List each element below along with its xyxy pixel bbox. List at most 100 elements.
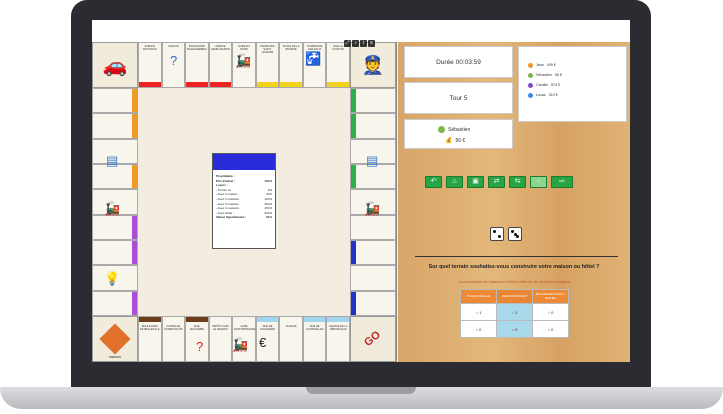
info-icon[interactable]: i — [360, 40, 367, 47]
hotel-count-cell[interactable]: ⌂ 0 — [532, 320, 569, 338]
board-cell[interactable]: BOULEVARD MALESHERBES — [185, 42, 209, 88]
lightbulb-icon: 💡 — [104, 271, 121, 286]
menu-icon[interactable]: ≡ — [368, 40, 375, 47]
property-card-row: Valeur hypothécaire :60 € — [216, 215, 272, 220]
save-icon[interactable]: ▫ — [530, 176, 547, 188]
board-cell[interactable] — [350, 265, 396, 291]
property-card: Propriétaire : Prix d'achat :120 € Loyers … — [212, 153, 276, 249]
cell-name: GARE DU NORD — [238, 45, 250, 51]
hotel-icon: ⌂ — [511, 326, 515, 332]
board-cell[interactable] — [92, 214, 138, 240]
board-cell[interactable]: CHANCE — [279, 316, 303, 362]
turn-text: Tour 5 — [449, 94, 468, 102]
hotel-count-cell[interactable]: ⌂ 0 — [460, 320, 497, 338]
hotel-count-cell[interactable]: ⌂ 0 — [496, 320, 533, 338]
car-icon: 🚗 — [102, 54, 128, 77]
player-token-icon — [438, 126, 445, 133]
build-subtext: La construction de maisons et hôtels s'e… — [458, 280, 570, 284]
corner-free-parking: 🚗 — [92, 42, 138, 88]
board-cell[interactable]: AVENUE DE LA RÉPUBLIQUE — [326, 316, 350, 362]
property-header[interactable]: AVENUE MOZART — [496, 289, 533, 304]
screen: 🚗 👮 PRISON GO AVENUE MATIGNON CHANCE BOULE… — [92, 20, 630, 362]
board-cell[interactable]: CAISSE DE COMMUNAUTÉ — [161, 316, 186, 362]
hotel-icon: ⌂ — [547, 326, 551, 332]
board-cell[interactable] — [350, 113, 396, 139]
player-name: Camille — [536, 83, 548, 87]
laptop-notch — [306, 387, 416, 394]
hotel-icon: ⌂ — [475, 326, 479, 332]
board-toolbar: ⤢ ♪ i ≡ — [344, 40, 375, 47]
board-cell[interactable] — [350, 214, 396, 240]
train-icon: 🚂 — [235, 53, 252, 68]
sell-icon[interactable]: ⇄ — [488, 176, 505, 188]
player-money: 56 € — [554, 73, 562, 77]
player-name: Sébastien — [536, 73, 552, 77]
cell-name: CHANCE — [285, 325, 297, 328]
player-money: 409 € — [546, 63, 556, 67]
mortgage-icon[interactable]: ⇆ — [509, 176, 526, 188]
die-1[interactable] — [490, 227, 504, 241]
board-cell[interactable]: AVENUE HENRI-MARTIN — [208, 42, 233, 88]
house-count-cell[interactable]: ⌂ 1 — [460, 303, 497, 321]
current-player-money: 56 € — [455, 137, 466, 144]
cell-name: PLACE DE LA BOURSE — [282, 45, 300, 51]
board-cell[interactable] — [92, 88, 138, 114]
cell-name: RUE DE COURCELLES — [305, 325, 324, 331]
separator — [415, 256, 618, 257]
cell-name: RUE DE VAUGIRARD — [259, 325, 276, 331]
board-cell[interactable]: AVENUE MATIGNON — [138, 42, 162, 88]
build-table: PLACE PIGALLE AVENUE MOZART BOULEVARD SA… — [460, 289, 569, 338]
board-cell[interactable] — [92, 290, 138, 316]
timer-text: Durée 00:03:59 — [436, 58, 481, 66]
board-cell[interactable] — [350, 240, 396, 266]
cell-name: CHANCE — [167, 45, 179, 48]
board-cell[interactable]: RUE LA FAYETTE — [326, 42, 350, 88]
board-cell[interactable] — [350, 290, 396, 316]
arrow-back-icon[interactable]: ↶ — [425, 176, 442, 188]
hotel-icon[interactable]: ▣ — [467, 176, 484, 188]
policeman-icon: 👮 — [361, 54, 385, 75]
player-money: 874 € — [550, 83, 560, 87]
chest-icon: ▤ — [366, 153, 379, 168]
board-cell[interactable]: RUE DE COURCELLES — [302, 316, 327, 362]
prison-label: PRISON — [109, 355, 121, 359]
next-arrow-icon[interactable]: ⇨ — [551, 176, 573, 188]
board-cell[interactable]: FAUBOURG SAINT-HONORÉ — [255, 42, 280, 88]
cell-name: GARE MONTPARNASSE — [234, 325, 256, 331]
board-cell[interactable] — [350, 88, 396, 114]
go-label: GO — [362, 328, 384, 350]
turn-box: Tour 5 — [404, 82, 513, 114]
players-list: Jean 409 € Sébastien 56 € Camille 874 € Lucas 3… — [518, 46, 627, 122]
train-icon: 🚂 — [232, 337, 249, 352]
chest-icon: ▤ — [106, 153, 119, 168]
board-cell[interactable]: PLACE DE LA BOURSE — [279, 42, 303, 88]
board-cell[interactable] — [92, 113, 138, 139]
house-icon[interactable]: ⌂ — [446, 176, 463, 188]
sound-icon[interactable]: ♪ — [352, 40, 359, 47]
train-icon: 🚂 — [104, 201, 121, 216]
timer-box: Durée 00:03:59 — [404, 46, 513, 78]
board-cell[interactable] — [92, 240, 138, 266]
cell-name: BOULEVARD MALESHERBES — [187, 45, 207, 51]
cell-name: AVENUE HENRI-MARTIN — [211, 45, 230, 51]
player-name: Lucas — [536, 93, 546, 97]
house-count-cell[interactable]: ⌂ 0 — [532, 303, 569, 321]
property-header[interactable]: PLACE PIGALLE — [460, 289, 497, 304]
corner-go-to-jail: 👮 — [350, 42, 396, 88]
monopoly-board[interactable]: 🚗 👮 PRISON GO AVENUE MATIGNON CHANCE BOULE… — [92, 42, 397, 362]
player-name: Jean — [536, 63, 544, 67]
jail-icon — [99, 323, 131, 355]
euro-icon: € — [259, 335, 267, 350]
board-cell[interactable]: IMPÔTS SUR LE REVENU — [208, 316, 233, 362]
board-cell[interactable]: BOULEVARD DE BELLEVILLE — [138, 316, 162, 362]
money-bag-icon: 💰 — [445, 138, 453, 144]
player-row: Sébastien 56 € — [519, 70, 626, 80]
player-token-icon — [528, 92, 533, 98]
player-row: Camille 874 € — [519, 80, 626, 90]
house-icon: ⌂ — [511, 309, 515, 315]
property-header[interactable]: BOULEVARD SAINT-MICHEL — [532, 289, 569, 304]
player-token-icon — [528, 72, 533, 78]
fullscreen-icon[interactable]: ⤢ — [344, 40, 351, 47]
die-2[interactable] — [508, 227, 522, 241]
house-count-cell[interactable]: ⌂ 1 — [496, 303, 533, 321]
